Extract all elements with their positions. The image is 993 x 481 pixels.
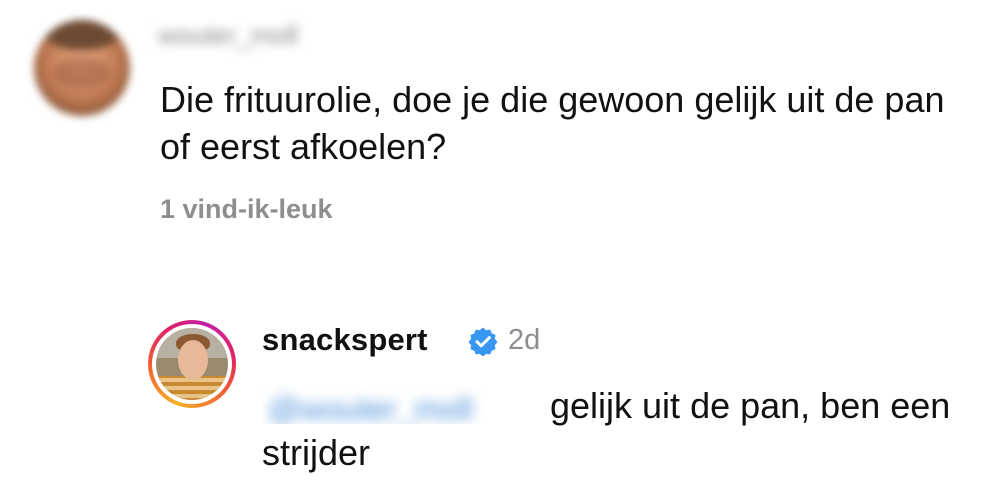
- reply-mention[interactable]: @wouter_moll: [262, 386, 544, 424]
- commenter-username[interactable]: wouter_moll: [158, 20, 378, 50]
- comment: wouter_moll Die frituurolie, doe je die …: [0, 0, 993, 250]
- comment-text: Die frituurolie, doe je die gewoon gelij…: [160, 79, 945, 167]
- reply-avatar-photo: [156, 328, 228, 400]
- commenter-avatar[interactable]: [34, 20, 130, 116]
- reply-username[interactable]: snackspert: [262, 322, 428, 358]
- comment-likes[interactable]: 1 vind-ik-leuk: [160, 194, 333, 225]
- reply-comment: snackspert 2d @wouter_moll gelijk uit de …: [0, 300, 993, 481]
- reply-timestamp: 2d: [508, 324, 541, 356]
- verified-badge-icon: [468, 327, 498, 356]
- reply-text: @wouter_moll gelijk uit de pan, ben een s…: [262, 382, 982, 476]
- reply-avatar[interactable]: [148, 320, 236, 408]
